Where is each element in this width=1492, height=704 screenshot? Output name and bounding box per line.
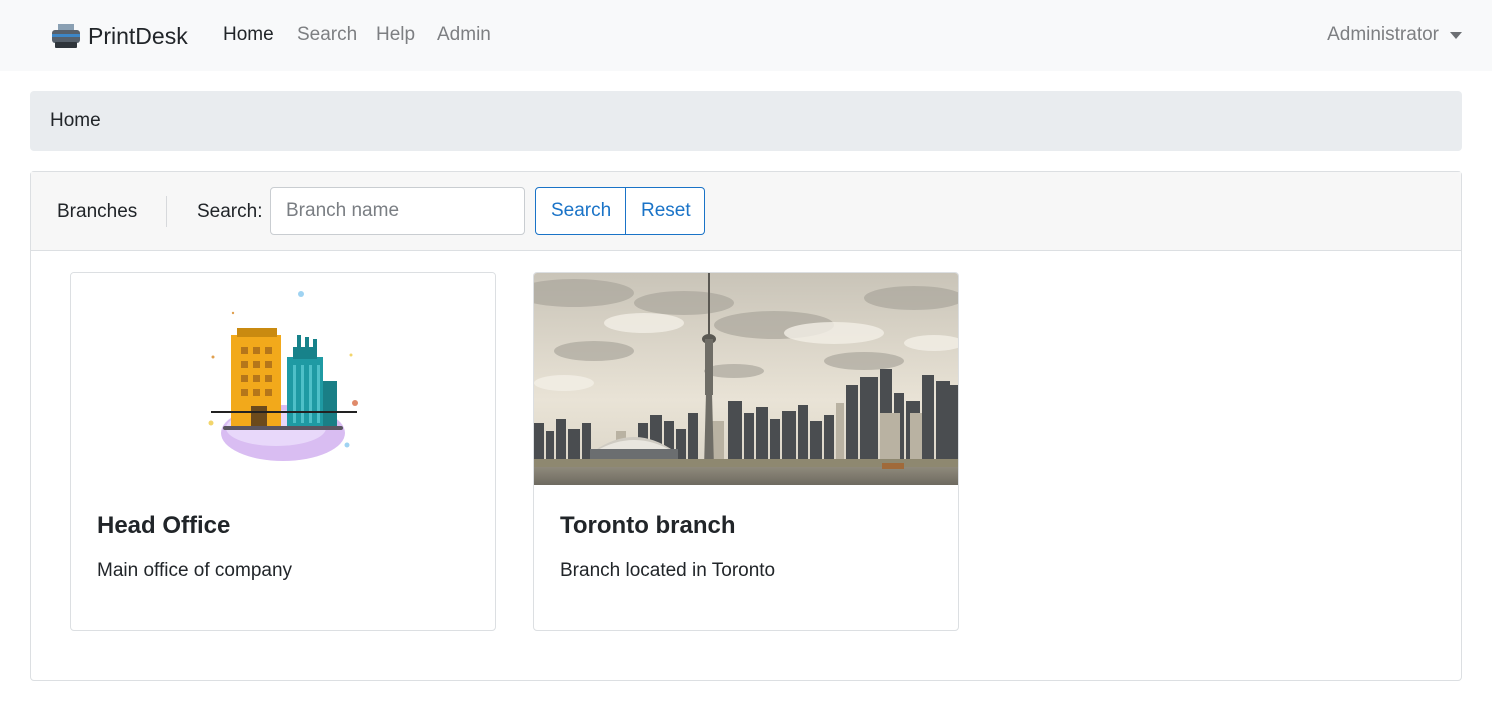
- card-description: Main office of company: [97, 560, 293, 581]
- search-button-group: Search Reset: [535, 187, 705, 235]
- top-navbar: PrintDesk Home Search Help Admin Adminis…: [0, 0, 1492, 71]
- brand-link[interactable]: PrintDesk: [51, 18, 188, 54]
- branches-panel: Branches Search: Search Reset: [30, 171, 1462, 681]
- nav-home[interactable]: Home: [223, 24, 274, 46]
- user-name: Administrator: [1327, 24, 1439, 45]
- nav-admin[interactable]: Admin: [437, 24, 491, 46]
- search-label: Search:: [197, 201, 263, 222]
- user-dropdown[interactable]: Administrator: [1327, 24, 1462, 46]
- office-buildings-image: [71, 273, 495, 485]
- toronto-skyline-image: [534, 273, 958, 485]
- nav-help[interactable]: Help: [376, 24, 415, 46]
- caret-down-icon: [1450, 32, 1462, 39]
- branch-card-toronto[interactable]: Toronto branch Branch located in Toronto: [533, 272, 959, 631]
- panel-title: Branches: [57, 201, 138, 222]
- reset-button[interactable]: Reset: [626, 187, 705, 235]
- card-description: Branch located in Toronto: [560, 560, 776, 581]
- breadcrumb: Home: [30, 91, 1462, 151]
- nav-search[interactable]: Search: [297, 24, 357, 46]
- search-button[interactable]: Search: [535, 187, 626, 235]
- branch-card-head-office[interactable]: Head Office Main office of company: [70, 272, 496, 631]
- card-title: Head Office: [97, 512, 231, 539]
- panel-header: Branches Search: Search Reset: [31, 172, 1461, 251]
- brand-name: PrintDesk: [88, 22, 188, 49]
- header-divider: [166, 196, 167, 227]
- breadcrumb-item-home: Home: [50, 110, 101, 131]
- branch-search-input[interactable]: [270, 187, 525, 235]
- printer-icon: [52, 24, 80, 48]
- card-title: Toronto branch: [560, 512, 736, 539]
